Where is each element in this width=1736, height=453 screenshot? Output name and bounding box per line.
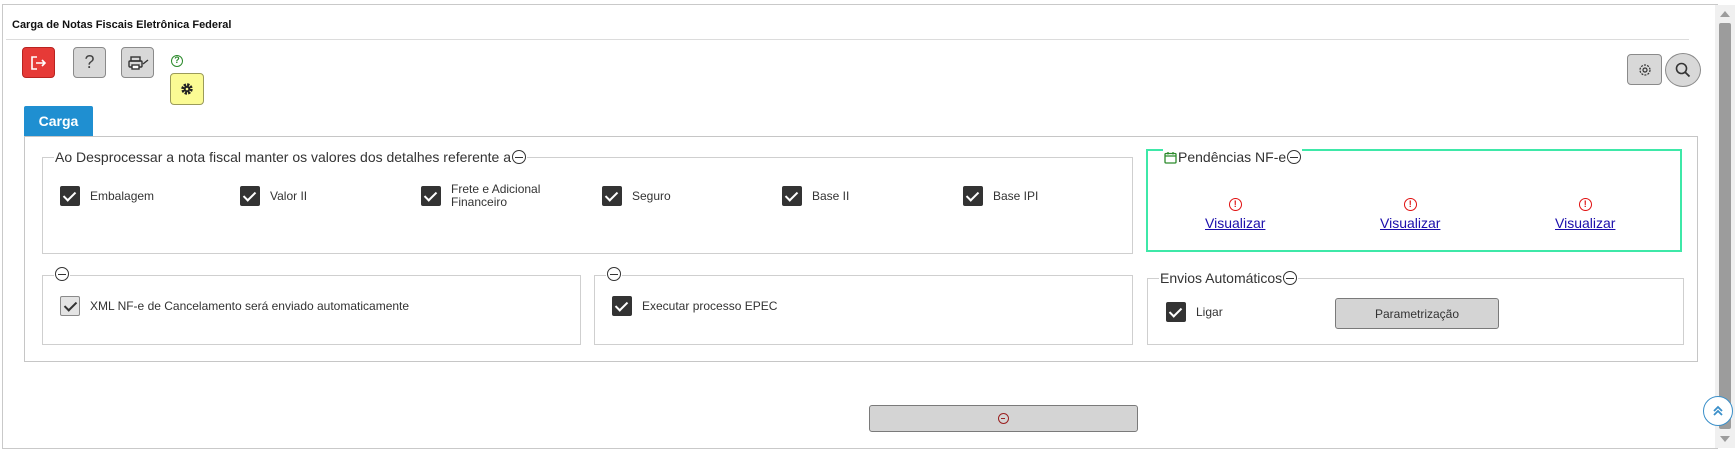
visualizar-link[interactable]: Visualizar bbox=[1205, 215, 1265, 231]
scroll-down-arrow-icon[interactable] bbox=[1720, 436, 1730, 442]
minus-circle-icon bbox=[998, 413, 1009, 424]
window-title: Carga de Notas Fiscais Eletrônica Federa… bbox=[12, 19, 232, 31]
checkbox-base-ipi[interactable]: Base IPI bbox=[963, 186, 1038, 206]
checkbox-label-line1: Frete e Adicional bbox=[451, 182, 541, 196]
exit-icon bbox=[30, 55, 46, 70]
checkbox-box[interactable] bbox=[963, 186, 983, 206]
help-mini-icon[interactable]: ? bbox=[171, 55, 183, 67]
double-chevron-up-icon bbox=[1713, 405, 1723, 416]
checkbox-embalagem[interactable]: Embalagem bbox=[60, 186, 154, 206]
checkbox-label: Base II bbox=[812, 189, 850, 203]
settings-gear-icon bbox=[1638, 63, 1651, 76]
fieldset-detalhes-legend: Ao Desprocessar a nota fiscal manter os … bbox=[54, 149, 528, 165]
calendar-icon bbox=[1164, 151, 1177, 164]
fieldset-cancelamento-legend bbox=[54, 267, 70, 281]
checkbox-box[interactable] bbox=[782, 186, 802, 206]
checkbox-label: Ligar bbox=[1196, 305, 1223, 319]
pendencia-item: ! Visualizar bbox=[1380, 198, 1440, 231]
bottom-action-button[interactable] bbox=[869, 405, 1138, 432]
checkbox-box[interactable] bbox=[421, 186, 441, 206]
scroll-to-top-button[interactable] bbox=[1703, 396, 1733, 426]
fieldset-envios-legend: Envios Automáticos bbox=[1159, 270, 1299, 286]
exit-button[interactable] bbox=[22, 47, 55, 78]
checkbox-label: Valor II bbox=[270, 189, 308, 203]
checkbox-ligar[interactable]: Ligar bbox=[1166, 302, 1223, 322]
visualizar-link[interactable]: Visualizar bbox=[1555, 215, 1615, 231]
warning-icon: ! bbox=[1578, 198, 1592, 211]
title-divider bbox=[6, 39, 1689, 40]
scroll-up-arrow-icon[interactable] bbox=[1720, 11, 1730, 17]
search-button[interactable] bbox=[1665, 53, 1701, 87]
checkbox-label: Frete e Adicional Financeiro bbox=[451, 183, 540, 209]
checkbox-box[interactable] bbox=[1166, 302, 1186, 322]
pendencia-item: ! Visualizar bbox=[1205, 198, 1265, 231]
visualizar-link[interactable]: Visualizar bbox=[1380, 215, 1440, 231]
pendencias-legend-text: Pendências NF-e bbox=[1178, 149, 1287, 165]
collapse-icon[interactable] bbox=[1283, 271, 1298, 285]
checkbox-epec[interactable]: Executar processo EPEC bbox=[612, 296, 777, 316]
checkbox-label: XML NF-e de Cancelamento será enviado au… bbox=[90, 299, 410, 313]
parametrizacao-button[interactable]: Parametrização bbox=[1335, 298, 1499, 329]
checkbox-label: Executar processo EPEC bbox=[642, 299, 778, 313]
checkbox-label: Base IPI bbox=[993, 189, 1039, 203]
checkbox-box[interactable] bbox=[60, 296, 80, 316]
pendencia-item: ! Visualizar bbox=[1555, 198, 1615, 231]
print-button[interactable] bbox=[121, 47, 154, 78]
help-button[interactable]: ? bbox=[73, 47, 106, 78]
checkbox-frete-adicional[interactable]: Frete e Adicional Financeiro bbox=[421, 183, 540, 209]
warning-icon: ! bbox=[1228, 198, 1242, 211]
collapse-icon[interactable] bbox=[1287, 150, 1302, 164]
checkbox-box[interactable] bbox=[602, 186, 622, 206]
scrollbar-thumb[interactable] bbox=[1719, 23, 1731, 429]
settings-button[interactable] bbox=[1627, 54, 1662, 85]
checkbox-label: Embalagem bbox=[90, 189, 155, 203]
tab-carga[interactable]: Carga bbox=[24, 106, 93, 136]
checkbox-seguro[interactable]: Seguro bbox=[602, 186, 671, 206]
config-button[interactable] bbox=[170, 73, 204, 105]
checkbox-label: Seguro bbox=[632, 189, 671, 203]
search-icon bbox=[1675, 62, 1691, 78]
detalhes-legend-text: Ao Desprocessar a nota fiscal manter os … bbox=[55, 149, 512, 165]
checkbox-box[interactable] bbox=[60, 186, 80, 206]
checkbox-label-line2: Financeiro bbox=[451, 195, 508, 209]
checkbox-cancelamento[interactable]: XML NF-e de Cancelamento será enviado au… bbox=[60, 296, 409, 316]
checkbox-base-ii[interactable]: Base II bbox=[782, 186, 849, 206]
collapse-icon[interactable] bbox=[512, 150, 527, 164]
gear-icon bbox=[181, 83, 193, 95]
fieldset-epec-legend bbox=[606, 267, 622, 281]
collapse-icon[interactable] bbox=[607, 267, 621, 281]
warning-icon: ! bbox=[1403, 198, 1417, 211]
checkbox-valor-ii[interactable]: Valor II bbox=[240, 186, 307, 206]
vertical-scrollbar[interactable] bbox=[1715, 5, 1735, 448]
checkbox-box[interactable] bbox=[612, 296, 632, 316]
help-label: ? bbox=[84, 52, 95, 72]
checkbox-box[interactable] bbox=[240, 186, 260, 206]
fieldset-pendencias-legend: Pendências NF-e bbox=[1163, 149, 1303, 165]
collapse-icon[interactable] bbox=[55, 267, 69, 281]
printer-icon bbox=[127, 55, 148, 70]
envios-legend-text: Envios Automáticos bbox=[1160, 270, 1283, 286]
